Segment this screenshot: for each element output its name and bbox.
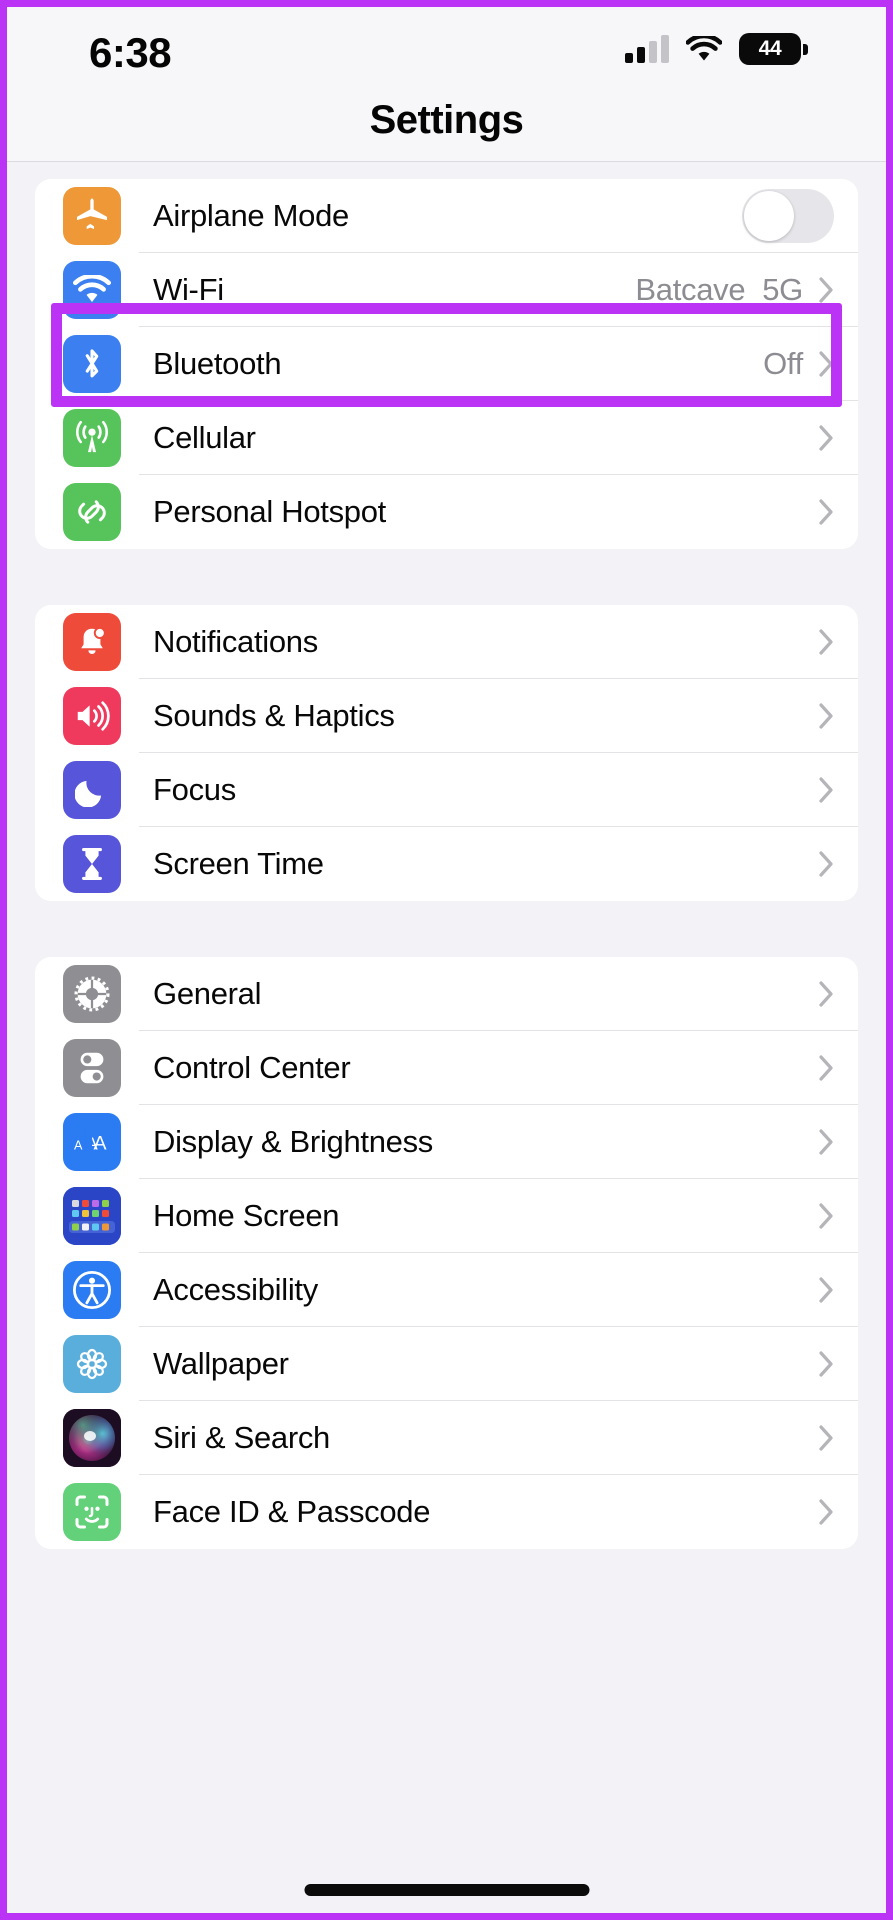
airplane-icon (63, 187, 121, 245)
status-bar-indicators: 44 (625, 33, 808, 65)
settings-row-label: Airplane Mode (153, 198, 349, 233)
cellular-antenna-icon (63, 409, 121, 467)
settings-row-label: Face ID & Passcode (153, 1494, 431, 1529)
toggle-knob (744, 191, 794, 241)
annotated-screenshot-frame: 6:38 44 Settings Airplane Mode Wi-Fi Bat… (0, 0, 893, 1920)
settings-row-display-brightness[interactable]: A A A Display & Brightness (35, 1105, 858, 1179)
chevron-right-icon (819, 1277, 834, 1303)
svg-text:A: A (74, 1138, 83, 1152)
battery-level-label: 44 (739, 33, 801, 65)
chevron-right-icon (819, 499, 834, 525)
settings-group-alerts: Notifications Sounds & Haptics Focus Scr… (35, 605, 858, 901)
settings-row-label: Cellular (153, 420, 256, 455)
settings-row-wifi[interactable]: Wi-Fi Batcave_5G (35, 253, 858, 327)
chevron-right-icon (819, 1055, 834, 1081)
speaker-icon (63, 687, 121, 745)
battery-nub (803, 43, 808, 55)
home-indicator (304, 1884, 589, 1896)
settings-row-sounds-haptics[interactable]: Sounds & Haptics (35, 679, 858, 753)
cellular-signal-icon (625, 35, 669, 63)
airplane-mode-toggle[interactable] (742, 189, 834, 243)
home-screen-icon (63, 1187, 121, 1245)
navigation-bar: Settings (7, 98, 886, 162)
display-brightness-icon: A A A (63, 1113, 121, 1171)
bluetooth-icon (63, 335, 121, 393)
settings-row-notifications[interactable]: Notifications (35, 605, 858, 679)
wallpaper-flower-icon (63, 1335, 121, 1393)
hourglass-icon (63, 835, 121, 893)
settings-row-label: Notifications (153, 624, 318, 659)
chevron-right-icon (819, 1425, 834, 1451)
control-center-icon (63, 1039, 121, 1097)
chevron-right-icon (819, 851, 834, 877)
chevron-right-icon (819, 629, 834, 655)
battery-icon: 44 (739, 33, 808, 65)
settings-row-face-id-passcode[interactable]: Face ID & Passcode (35, 1475, 858, 1549)
settings-row-label: Wallpaper (153, 1346, 289, 1381)
chevron-right-icon (819, 1351, 834, 1377)
settings-row-label: Bluetooth (153, 346, 282, 381)
settings-row-label: Focus (153, 772, 236, 807)
settings-row-airplane-mode[interactable]: Airplane Mode (35, 179, 858, 253)
settings-row-bluetooth[interactable]: Bluetooth Off (35, 327, 858, 401)
accessibility-icon (63, 1261, 121, 1319)
settings-row-label: Siri & Search (153, 1420, 330, 1455)
gear-icon (63, 965, 121, 1023)
chevron-right-icon (819, 1499, 834, 1525)
settings-row-accessibility[interactable]: Accessibility (35, 1253, 858, 1327)
settings-row-screen-time[interactable]: Screen Time (35, 827, 858, 901)
settings-row-personal-hotspot[interactable]: Personal Hotspot (35, 475, 858, 549)
settings-group-system: General Control Center A A Display & Bri… (35, 957, 858, 1549)
page-title: Settings (369, 98, 524, 142)
settings-row-control-center[interactable]: Control Center (35, 1031, 858, 1105)
chevron-right-icon (819, 1203, 834, 1229)
settings-row-label: Wi-Fi (153, 272, 224, 307)
chevron-right-icon (819, 703, 834, 729)
settings-row-label: Screen Time (153, 846, 324, 881)
moon-icon (63, 761, 121, 819)
status-bar: 6:38 44 (7, 7, 886, 102)
wifi-network-value: Batcave_5G (635, 272, 803, 307)
svg-text:A: A (94, 1132, 107, 1154)
settings-row-wallpaper[interactable]: Wallpaper (35, 1327, 858, 1401)
bell-icon (63, 613, 121, 671)
settings-row-label: Personal Hotspot (153, 494, 386, 529)
chevron-right-icon (819, 1129, 834, 1155)
chevron-right-icon (819, 981, 834, 1007)
chevron-right-icon (819, 351, 834, 377)
face-id-icon (63, 1483, 121, 1541)
settings-group-connectivity: Airplane Mode Wi-Fi Batcave_5G Bluetooth… (35, 179, 858, 549)
status-bar-clock: 6:38 (89, 29, 172, 76)
chevron-right-icon (819, 425, 834, 451)
bluetooth-state-value: Off (763, 346, 803, 381)
chevron-right-icon (819, 277, 834, 303)
wifi-icon (686, 35, 722, 63)
settings-row-siri-search[interactable]: Siri & Search (35, 1401, 858, 1475)
settings-row-focus[interactable]: Focus (35, 753, 858, 827)
settings-row-label: Accessibility (153, 1272, 318, 1307)
personal-hotspot-icon (63, 483, 121, 541)
settings-list[interactable]: Airplane Mode Wi-Fi Batcave_5G Bluetooth… (7, 163, 886, 1913)
settings-row-label: Home Screen (153, 1198, 340, 1233)
settings-row-general[interactable]: General (35, 957, 858, 1031)
settings-row-home-screen[interactable]: Home Screen (35, 1179, 858, 1253)
settings-row-label: Control Center (153, 1050, 351, 1085)
wifi-icon (63, 261, 121, 319)
settings-row-label: Display & Brightness (153, 1124, 434, 1159)
settings-row-label: Sounds & Haptics (153, 698, 395, 733)
settings-row-label: General (153, 976, 262, 1011)
chevron-right-icon (819, 777, 834, 803)
settings-row-cellular[interactable]: Cellular (35, 401, 858, 475)
siri-orb-icon (63, 1409, 121, 1467)
